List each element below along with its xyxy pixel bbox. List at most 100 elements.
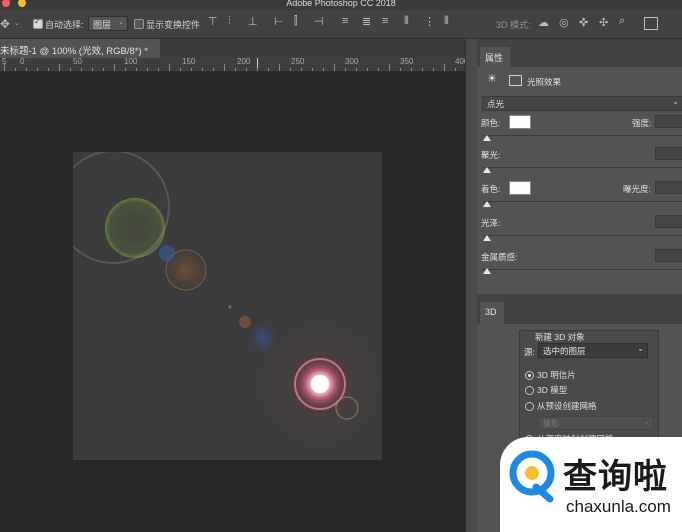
auto-select-dropdown[interactable]: 图层 ⌄: [88, 16, 128, 31]
3d-orbit-icon[interactable]: ☁: [538, 16, 549, 29]
gloss-input[interactable]: [655, 215, 682, 228]
ruler-tick: [202, 68, 203, 71]
distribute-hcenter-icon[interactable]: ⋮: [424, 15, 435, 28]
intensity-input[interactable]: [655, 115, 682, 128]
distribute-left-icon[interactable]: ⦀: [404, 15, 409, 28]
3d-pan-icon[interactable]: ✜: [579, 16, 588, 29]
ruler-tick: [147, 68, 148, 71]
ruler-tick: [411, 68, 412, 71]
light-type-value: 点光: [487, 99, 505, 109]
watermark: 查询啦 chaxunla.com: [500, 437, 682, 532]
metallic-slider-thumb[interactable]: [483, 268, 491, 274]
3d-slide-icon[interactable]: ✣: [599, 16, 608, 29]
ruler-tick: [455, 68, 456, 71]
align-left-icon[interactable]: ⊢: [274, 15, 284, 28]
hotspot-input[interactable]: [655, 147, 682, 160]
hotspot-slider-track[interactable]: [483, 167, 682, 168]
distribute-right-icon[interactable]: ⦀: [444, 15, 449, 28]
ruler-tick: [356, 68, 357, 71]
preset-dropdown[interactable]: 锥形 ⌄: [538, 416, 654, 430]
gloss-label: 光泽:: [481, 218, 501, 228]
ruler-label: 100: [124, 57, 138, 66]
align-bottom-icon[interactable]: ⊥: [248, 15, 258, 28]
horizontal-ruler: 5 0 50 100 150 200 250 300 350 400: [0, 57, 468, 72]
ruler-label: 350: [400, 57, 414, 66]
3d-roll-icon[interactable]: ◎: [559, 16, 569, 29]
auto-select-checkbox[interactable]: [33, 17, 43, 29]
option-3d-postcard-label: 3D 明信片: [537, 370, 576, 380]
ruler-tick: [81, 68, 82, 71]
option-mesh-from-preset-label: 从预设创建网格: [537, 401, 597, 411]
new-3d-object-label: 新建 3D 对象: [535, 332, 585, 342]
ruler-tick: [224, 64, 225, 71]
source-label: 源:: [524, 347, 535, 357]
radio-3d-postcard[interactable]: [525, 371, 534, 380]
document-canvas[interactable]: [73, 152, 382, 460]
3d-mode-label: 3D 模式:: [496, 20, 531, 30]
intensity-slider-thumb[interactable]: [483, 135, 491, 141]
chevron-down-icon: ⌄: [118, 19, 124, 26]
ruler-tick: [334, 64, 335, 71]
align-hcenter-icon[interactable]: ⫿: [294, 15, 298, 28]
show-transform-label: 显示变换控件: [146, 20, 201, 30]
distribute-top-icon[interactable]: ≡: [342, 15, 348, 27]
ruler-tick: [323, 68, 324, 71]
flare-ghost-blue: [249, 324, 277, 352]
intensity-slider-track[interactable]: [483, 135, 682, 136]
ruler-label: 0: [20, 57, 25, 66]
ruler-tick: [268, 68, 269, 71]
hotspot-slider-thumb[interactable]: [483, 167, 491, 173]
metallic-label: 金属质感:: [481, 252, 518, 262]
exposure-input[interactable]: [655, 181, 682, 194]
metallic-input[interactable]: [655, 249, 682, 262]
lens-flare-image: [73, 152, 382, 460]
ruler-tick: [180, 68, 181, 71]
color-label: 颜色:: [481, 118, 501, 128]
light-color-swatch[interactable]: [509, 115, 531, 129]
radio-mesh-from-preset[interactable]: [525, 402, 534, 411]
ruler-label: 300: [345, 57, 359, 66]
exposure-label: 曝光度:: [623, 184, 651, 194]
tab-strip: [160, 39, 465, 58]
document-tab[interactable]: 未标题-1 @ 100% (光效, RGB/8*) *: [0, 39, 160, 58]
show-transform-checkbox[interactable]: [134, 19, 144, 29]
ruler-tick: [389, 64, 390, 71]
ruler-tick: [37, 68, 38, 71]
radio-3d-model[interactable]: [525, 386, 534, 395]
search-icon[interactable]: ⌕: [619, 15, 625, 28]
source-dropdown[interactable]: 选中的图层 ⌄: [538, 343, 648, 358]
colorize-swatch[interactable]: [509, 181, 531, 195]
align-tools: ⊤ ⫶ ⊥ ⊢ ⫿ ⊣ ≡ ≣ ≡ ⦀ ⋮ ⦀: [208, 15, 478, 31]
title-bar: Adobe Photoshop CC 2018: [0, 0, 682, 10]
exposure-slider-track[interactable]: [483, 201, 682, 202]
watermark-brand: 查询啦: [563, 458, 668, 496]
ruler-tick: [444, 64, 445, 71]
ruler-label: 250: [291, 57, 305, 66]
tool-preset-chevron-icon[interactable]: ⌄: [14, 19, 20, 27]
chevron-down-icon: ⌄: [637, 344, 644, 353]
flare-ghost-blue-small: [159, 245, 175, 261]
move-tool-icon[interactable]: ✥: [0, 17, 10, 31]
align-vcenter-icon[interactable]: ⫶: [228, 15, 231, 28]
metallic-slider-track[interactable]: [483, 269, 682, 270]
ruler-tick: [367, 68, 368, 71]
light-type-dropdown[interactable]: 点光 ⌄: [482, 96, 682, 111]
align-top-icon[interactable]: ⊤: [208, 15, 218, 28]
tab-properties[interactable]: 属性: [480, 47, 510, 67]
exposure-slider-thumb[interactable]: [483, 201, 491, 207]
gloss-slider-track[interactable]: [483, 235, 682, 236]
ruler-tick: [378, 68, 379, 71]
gloss-slider-thumb[interactable]: [483, 235, 491, 241]
option-3d-model-label: 3D 模型: [537, 385, 568, 395]
ruler-tick: [103, 68, 104, 71]
distribute-bottom-icon[interactable]: ≡: [382, 15, 388, 27]
distribute-vcenter-icon[interactable]: ≣: [362, 15, 371, 28]
ruler-tick: [345, 68, 346, 71]
tab-3d[interactable]: 3D: [480, 302, 504, 324]
workspace-icon[interactable]: [644, 17, 658, 30]
document-tab-title: 未标题-1 @ 100% (光效, RGB/8*) *: [0, 46, 148, 57]
align-right-icon[interactable]: ⊣: [314, 15, 324, 28]
auto-select-label: 自动选择:: [45, 20, 84, 30]
intensity-label: 强度:: [632, 118, 652, 128]
effect-label: 光照效果: [527, 77, 562, 87]
